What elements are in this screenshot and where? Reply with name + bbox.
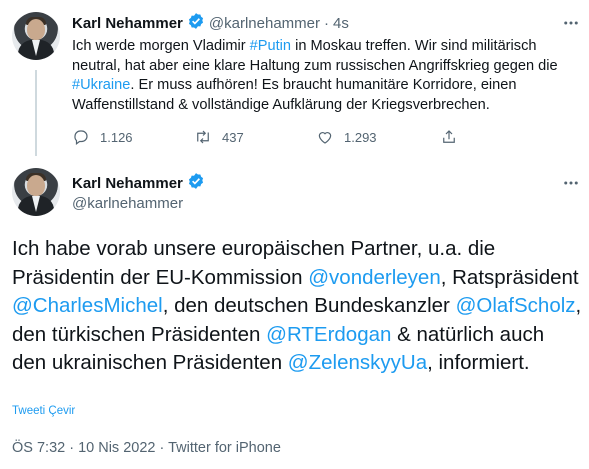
author-handle[interactable]: @karlnehammer: [72, 195, 183, 212]
text-segment: , den deutschen Bundeskanzler: [162, 294, 456, 317]
more-icon[interactable]: [562, 174, 580, 197]
retweet-icon: [197, 130, 209, 144]
verified-icon: [187, 12, 205, 35]
more-icon[interactable]: [562, 14, 580, 37]
verified-icon: [187, 172, 205, 195]
retweet-button[interactable]: 437: [194, 128, 244, 146]
hashtag-putin-link[interactable]: #Putin: [250, 38, 291, 54]
mention-zelenskyyua-link[interactable]: @ZelenskyyUa: [288, 351, 427, 374]
mention-vonderleyen-link[interactable]: @vonderleyen: [308, 266, 441, 289]
tweet1-text: Ich werde morgen Vladimir #Putin in Mosk…: [72, 37, 572, 115]
separator-dot: ·: [323, 15, 329, 32]
like-count: 1.293: [344, 129, 377, 145]
tweet-time[interactable]: 4s: [333, 15, 349, 32]
avatar-face: [27, 19, 45, 40]
tweet1-header: Karl Nehammer @karlnehammer · 4s: [72, 12, 349, 35]
author-handle[interactable]: @karlnehammer: [209, 15, 320, 32]
mention-rterdogan-link[interactable]: @RTErdogan: [266, 323, 391, 346]
author-avatar[interactable]: [12, 168, 60, 216]
tweet-timestamp[interactable]: ÖS 7:32 · 10 Nis 2022 · Twitter for iPho…: [12, 440, 281, 456]
tweet2-text: Ich habe vorab unsere europäischen Partn…: [12, 235, 582, 378]
author-name[interactable]: Karl Nehammer: [72, 15, 183, 32]
like-button[interactable]: 1.293: [316, 128, 377, 146]
reply-count: 1.126: [100, 129, 133, 145]
retweet-count: 437: [222, 129, 244, 145]
mention-olafscholz-link[interactable]: @OlafScholz: [456, 294, 576, 317]
avatar-face: [27, 175, 45, 196]
share-icon: [443, 130, 455, 143]
thread-connector-line: [35, 70, 37, 156]
reply-button[interactable]: 1.126: [72, 128, 133, 146]
hashtag-ukraine-link[interactable]: #Ukraine: [72, 77, 130, 93]
author-avatar[interactable]: [12, 12, 60, 60]
share-button[interactable]: [440, 128, 458, 146]
mention-charlesmichel-link[interactable]: @CharlesMichel: [12, 294, 163, 317]
translate-tweet-link[interactable]: Tweeti Çevir: [12, 405, 75, 417]
text-segment: . Er muss aufhören! Es braucht humanitär…: [72, 77, 517, 113]
author-name[interactable]: Karl Nehammer: [72, 175, 183, 192]
text-segment: , Ratspräsident: [440, 265, 579, 289]
text-segment: Ich werde morgen Vladimir: [72, 38, 250, 54]
tweet2-author-row: Karl Nehammer: [72, 172, 205, 195]
text-segment: , informiert.: [427, 351, 530, 374]
reply-icon: [74, 130, 88, 145]
like-icon: [318, 132, 332, 144]
